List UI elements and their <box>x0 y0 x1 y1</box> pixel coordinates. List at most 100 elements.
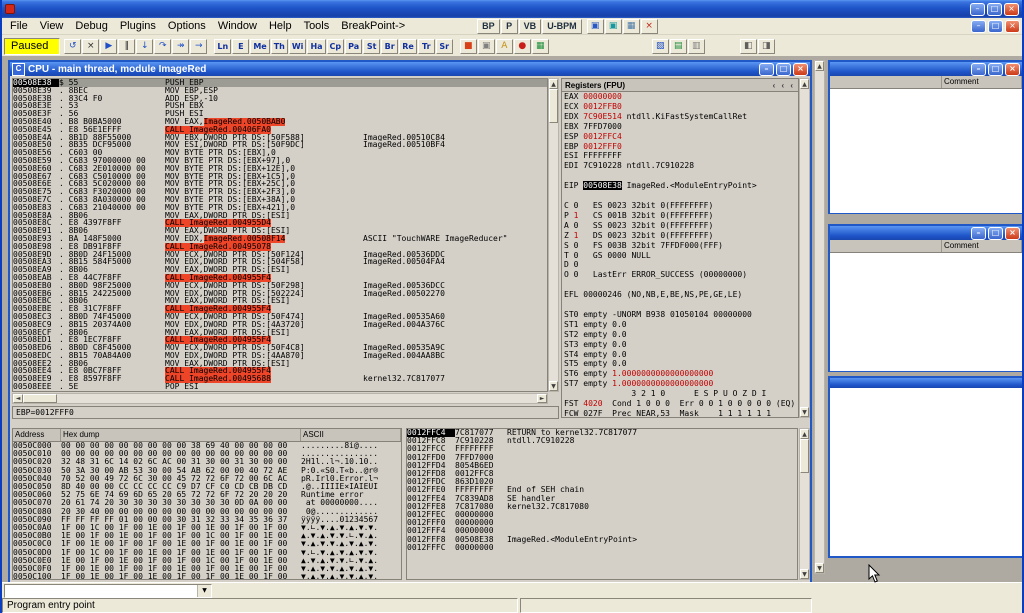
toolbar-letter-tr[interactable]: Tr <box>418 39 435 54</box>
highlight-icon[interactable]: ▦ <box>532 39 549 54</box>
dump-row[interactable]: 0050C06052 75 6E 74 69 6D 65 20 65 72 72… <box>13 491 401 499</box>
registers-header-arrows[interactable]: ‹ ‹ ‹ <box>773 81 795 90</box>
stack-vscrollbar[interactable]: ▲ ▼ <box>799 428 810 580</box>
cpu-close-button[interactable]: × <box>793 63 808 76</box>
toolbar-letter-ln[interactable]: Ln <box>214 39 231 54</box>
scroll-down-icon[interactable]: ▼ <box>549 381 558 391</box>
disasm-row[interactable]: 00508EA9. 8B06MOV EAX,DWORD PTR DS:[ESI] <box>13 266 547 274</box>
register-line[interactable]: FST 4020 Cond 1 0 0 0 Err 0 0 1 0 0 0 0 … <box>562 399 798 409</box>
scroll-up-icon[interactable]: ▲ <box>815 61 824 71</box>
toolbar-letter-pa[interactable]: Pa <box>345 39 362 54</box>
side1-maximize-button[interactable]: □ <box>988 63 1003 76</box>
dump-row[interactable]: 0050C090FF FF FF FF 01 00 00 00 30 31 32… <box>13 516 401 524</box>
register-line[interactable] <box>562 191 798 201</box>
disasm-row[interactable]: 00508E60. C683 2E010000 00MOV BYTE PTR D… <box>13 165 547 173</box>
disasm-row[interactable]: 00508E56. C603 00MOV BYTE PTR DS:[EBX],0 <box>13 149 547 157</box>
menu-item-window[interactable]: Window <box>212 20 263 32</box>
column-header-blank[interactable] <box>830 76 942 88</box>
mdi-vscrollbar[interactable]: ▲ ▼ <box>814 60 825 574</box>
dump-row[interactable]: 0050C08020 30 40 00 00 00 00 00 00 00 00… <box>13 508 401 516</box>
scroll-up-icon[interactable]: ▲ <box>800 79 809 89</box>
disasm-row[interactable]: 00508EC3. 8B0D 74F45000MOV ECX,DWORD PTR… <box>13 313 547 321</box>
scroll-up-icon[interactable]: ▲ <box>800 429 809 439</box>
menu-item-options[interactable]: Options <box>162 20 212 32</box>
toolbar-letter-re[interactable]: Re <box>399 39 417 54</box>
side1-minimize-button[interactable]: – <box>971 63 986 76</box>
register-line[interactable]: ST1 empty 0.0 <box>562 320 798 330</box>
disassembly-vscrollbar[interactable]: ▲ ▼ <box>548 78 559 392</box>
scroll-track[interactable] <box>57 394 537 403</box>
window-maximize-button[interactable]: □ <box>987 3 1002 16</box>
disasm-row[interactable]: 00508E3E. 53PUSH EBX <box>13 102 547 110</box>
disasm-row[interactable]: 00508EAB. E8 44C7F8FFCALL ImageRed.00495… <box>13 274 547 282</box>
disasm-row[interactable]: 00508EE2. 8B06MOV EAX,DWORD PTR DS:[ESI] <box>13 360 547 368</box>
disasm-row[interactable]: 00508ED6. 8B0D C8F45000MOV ECX,DWORD PTR… <box>13 344 547 352</box>
comment-icon[interactable]: ▣ <box>478 39 495 54</box>
disasm-row[interactable]: 00508E40. B8 B0BA5000MOV EAX,ImageRed.00… <box>13 118 547 126</box>
side2-minimize-button[interactable]: – <box>971 227 986 240</box>
dump-row[interactable]: 0050C0F01F 00 1E 00 1F 00 1F 00 1E 00 1F… <box>13 565 401 573</box>
window-minimize-button[interactable]: – <box>970 3 985 16</box>
register-line[interactable]: FCW 027F Prec NEAR,53 Mask 1 1 1 1 1 1 <box>562 409 798 418</box>
register-line[interactable]: Z 1 DS 0023 32bit 0(FFFFFFFF) <box>562 231 798 241</box>
toolbar-letter-wi[interactable]: Wi <box>289 39 307 54</box>
toolbar-letter-cp[interactable]: Cp <box>327 39 345 54</box>
plugin-blue-icon[interactable]: ▣ <box>587 19 604 34</box>
disasm-row[interactable]: 00508E67. C683 C5010000 00MOV BYTE PTR D… <box>13 173 547 181</box>
register-line[interactable]: D 0 <box>562 260 798 270</box>
dump-row[interactable]: 0050C07020 61 74 20 30 30 30 30 30 30 30… <box>13 499 401 507</box>
register-line[interactable]: EBP 0012FFF0 <box>562 142 798 152</box>
plugin-button-ubpm[interactable]: U-BPM <box>542 19 582 34</box>
disasm-row[interactable]: 00508E75. C683 F3020000 00MOV BYTE PTR D… <box>13 188 547 196</box>
register-line[interactable]: ST6 empty 1.0000000000000000000 <box>562 369 798 379</box>
dump-row[interactable]: 0050C01000 00 00 00 00 00 00 00 00 00 00… <box>13 450 401 458</box>
registers-pane[interactable]: Registers (FPU) ‹ ‹ ‹ EAX 00000000ECX 00… <box>561 78 799 418</box>
dump-row[interactable]: 0050C0C01F 00 1E 00 1F 00 1F 00 1E 00 1F… <box>13 540 401 548</box>
scroll-left-icon[interactable]: ◄ <box>13 394 23 403</box>
disasm-row[interactable]: 00508E6E. C683 5C020000 00MOV BYTE PTR D… <box>13 180 547 188</box>
dump-row[interactable]: 0050C04070 52 00 49 72 6C 30 00 45 72 72… <box>13 475 401 483</box>
dump-row[interactable]: 0050C0508D 40 00 00 CC CC CC CC C9 D7 CF… <box>13 483 401 491</box>
disasm-row[interactable]: 00508EBC. 8B06MOV EAX,DWORD PTR DS:[ESI] <box>13 297 547 305</box>
dump-row[interactable]: 0050C0D01F 00 1C 00 1F 00 1E 00 1F 00 1E… <box>13 549 401 557</box>
register-line[interactable]: EAX 00000000 <box>562 92 798 102</box>
plugin-grid-icon[interactable]: ▦ <box>623 19 640 34</box>
mdi-child-maximize-button[interactable]: □ <box>988 20 1003 33</box>
register-line[interactable]: S 0 FS 003B 32bit 7FFDF000(FFF) <box>562 241 798 251</box>
register-line[interactable]: O 0 LastErr ERROR_SUCCESS (00000000) <box>562 270 798 280</box>
command-combobox[interactable]: ▼ <box>4 584 212 598</box>
disasm-row[interactable]: 00508E38$ 55PUSH EBP <box>13 79 547 87</box>
register-line[interactable]: EDI 7C910228 ntdll.7C910228 <box>562 161 798 171</box>
menu-item-plugins[interactable]: Plugins <box>114 20 162 32</box>
panel-left-icon[interactable]: ◧ <box>740 39 757 54</box>
disasm-row[interactable]: 00508ECF. 8B06MOV EAX,DWORD PTR DS:[ESI] <box>13 329 547 337</box>
mdi-child-minimize-button[interactable]: – <box>971 20 986 33</box>
column-header-comment[interactable]: Comment <box>942 76 1022 88</box>
register-line[interactable] <box>562 300 798 310</box>
scroll-right-icon[interactable]: ► <box>537 394 547 403</box>
scroll-track[interactable] <box>800 473 809 569</box>
run-icon[interactable]: ▶ <box>100 39 117 54</box>
stack-row[interactable]: 0012FFFC00000000 <box>407 544 797 552</box>
plugin-button-p[interactable]: P <box>501 19 518 34</box>
side-window-2-titlebar[interactable]: –□× <box>830 226 1022 240</box>
dump-pane[interactable]: Address Hex dump ASCII 0050C00000 00 00 … <box>12 428 402 580</box>
toolbar-letter-ha[interactable]: Ha <box>307 39 325 54</box>
side-window-3-titlebar[interactable] <box>830 378 1022 388</box>
disasm-row[interactable]: 00508EDC. 8B15 70A84A00MOV EDX,DWORD PTR… <box>13 352 547 360</box>
window-close-button[interactable]: × <box>1004 3 1019 16</box>
register-line[interactable]: ST3 empty 0.0 <box>562 340 798 350</box>
register-line[interactable]: ST4 empty 0.0 <box>562 350 798 360</box>
disassembly-pane[interactable]: 00508E38$ 55PUSH EBP00508E39. 8BECMOV EB… <box>12 78 548 392</box>
register-line[interactable]: T 0 GS 0000 NULL <box>562 251 798 261</box>
mdi-child-close-button[interactable]: × <box>1005 20 1020 33</box>
side2-close-button[interactable]: × <box>1005 227 1020 240</box>
scroll-track[interactable] <box>800 89 809 407</box>
dump-row[interactable]: 0050C02032 48 31 6C 14 02 6C AC 00 31 30… <box>13 458 401 466</box>
toolbar-letter-e[interactable]: E <box>232 39 249 54</box>
disasm-row[interactable]: 00508E45. E8 56E1EFFFCALL ImageRed.00406… <box>13 126 547 134</box>
panel-right-icon[interactable]: ◨ <box>758 39 775 54</box>
pause-icon[interactable]: ‖ <box>118 39 135 54</box>
trace-into-icon[interactable]: ↠ <box>172 39 189 54</box>
disasm-row[interactable]: 00508E4A. 8B1D 88F55000MOV EBX,DWORD PTR… <box>13 134 547 142</box>
